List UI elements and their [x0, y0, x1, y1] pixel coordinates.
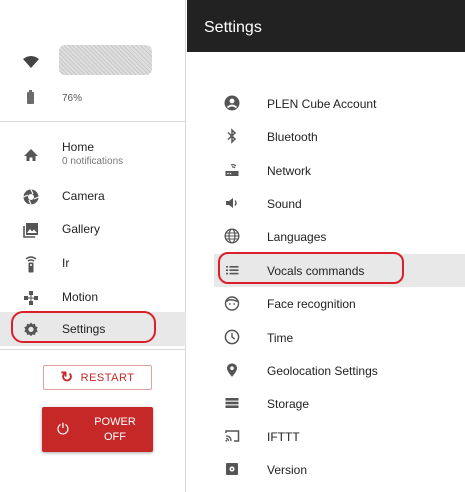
- settings-item-languages[interactable]: Languages: [214, 220, 465, 253]
- camera-icon: [23, 189, 39, 205]
- home-icon: [24, 149, 38, 161]
- device-name-redacted: [59, 45, 152, 75]
- battery-status: 76%: [0, 86, 186, 112]
- power-off-label: POWER OFF: [88, 415, 142, 445]
- settings-item-storage[interactable]: Storage: [214, 387, 465, 420]
- restart-button[interactable]: ↻ RESTART: [43, 365, 152, 390]
- nav-item-label: Settings: [62, 322, 106, 336]
- nav-item-label: Home: [62, 140, 95, 154]
- nav-item-label: Ir: [62, 256, 70, 270]
- refresh-icon: ↻: [60, 369, 74, 386]
- face-icon: [224, 296, 240, 311]
- settings-item-geolocation[interactable]: Geolocation Settings: [214, 354, 465, 387]
- storage-icon: [225, 398, 239, 408]
- restart-label: RESTART: [80, 371, 135, 384]
- clock-icon: [224, 329, 240, 345]
- battery-icon: [27, 90, 34, 104]
- settings-item-sound[interactable]: Sound: [214, 187, 465, 220]
- power-off-button[interactable]: ⏻ POWER OFF: [42, 407, 153, 452]
- gear-icon: [24, 322, 38, 337]
- remote-icon: [25, 256, 37, 273]
- gallery-icon: [23, 223, 38, 238]
- nav-item-ir[interactable]: Ir: [0, 246, 186, 280]
- battery-level: 76%: [62, 93, 83, 104]
- speaker-icon: [226, 198, 237, 208]
- nav-item-gallery[interactable]: Gallery: [0, 212, 186, 246]
- cast-icon: [225, 430, 240, 442]
- settings-item-label: Time: [267, 331, 294, 345]
- notification-count: 0 notifications: [62, 156, 124, 167]
- settings-item-face-recognition[interactable]: Face recognition: [214, 287, 465, 320]
- router-icon: [225, 164, 239, 176]
- settings-item-bluetooth[interactable]: Bluetooth: [214, 120, 465, 153]
- settings-item-time[interactable]: Time: [214, 321, 465, 354]
- globe-icon: [224, 228, 240, 244]
- power-label-line1: POWER: [94, 416, 136, 428]
- settings-item-ifttt[interactable]: IFTTT: [214, 420, 465, 453]
- settings-item-vocals-commands[interactable]: Vocals commands: [214, 254, 465, 287]
- settings-item-label: Geolocation Settings: [267, 364, 378, 378]
- settings-item-label: Bluetooth: [267, 130, 318, 144]
- nav-item-label: Camera: [62, 189, 105, 203]
- settings-item-label: PLEN Cube Account: [267, 97, 377, 111]
- version-icon: [226, 463, 238, 475]
- power-icon: ⏻: [57, 421, 69, 438]
- location-icon: [227, 363, 237, 377]
- wifi-icon: [23, 56, 39, 68]
- page-title: Settings: [204, 19, 262, 36]
- list-icon: [226, 266, 239, 275]
- settings-item-label: IFTTT: [267, 430, 300, 444]
- divider: [0, 121, 186, 122]
- settings-item-version[interactable]: Version: [214, 453, 465, 486]
- divider: [0, 349, 186, 350]
- sidebar: 76% Home 0 notifications Camera Gallery: [0, 0, 186, 492]
- nav-item-label: Gallery: [62, 222, 101, 236]
- motion-icon: [24, 291, 38, 305]
- nav-item-camera[interactable]: Camera: [0, 179, 186, 213]
- nav-item-motion[interactable]: Motion: [0, 280, 186, 314]
- account-icon: [224, 95, 240, 111]
- settings-item-label: Vocals commands: [267, 264, 365, 278]
- nav-item-home[interactable]: Home 0 notifications: [0, 134, 186, 174]
- settings-item-label: Version: [267, 463, 308, 477]
- settings-item-label: Storage: [267, 397, 310, 411]
- settings-item-label: Languages: [267, 230, 327, 244]
- app-header: Settings: [187, 0, 465, 52]
- settings-item-label: Network: [267, 164, 312, 178]
- settings-item-network[interactable]: Network: [214, 154, 465, 187]
- settings-item-account[interactable]: PLEN Cube Account: [214, 87, 465, 120]
- settings-item-label: Face recognition: [267, 297, 356, 311]
- nav-item-settings[interactable]: Settings: [0, 312, 186, 346]
- power-label-line2: OFF: [104, 431, 126, 443]
- nav-item-label: Motion: [62, 290, 99, 304]
- connection-status: [0, 42, 186, 78]
- bluetooth-icon: [227, 128, 237, 144]
- settings-item-label: Sound: [267, 197, 302, 211]
